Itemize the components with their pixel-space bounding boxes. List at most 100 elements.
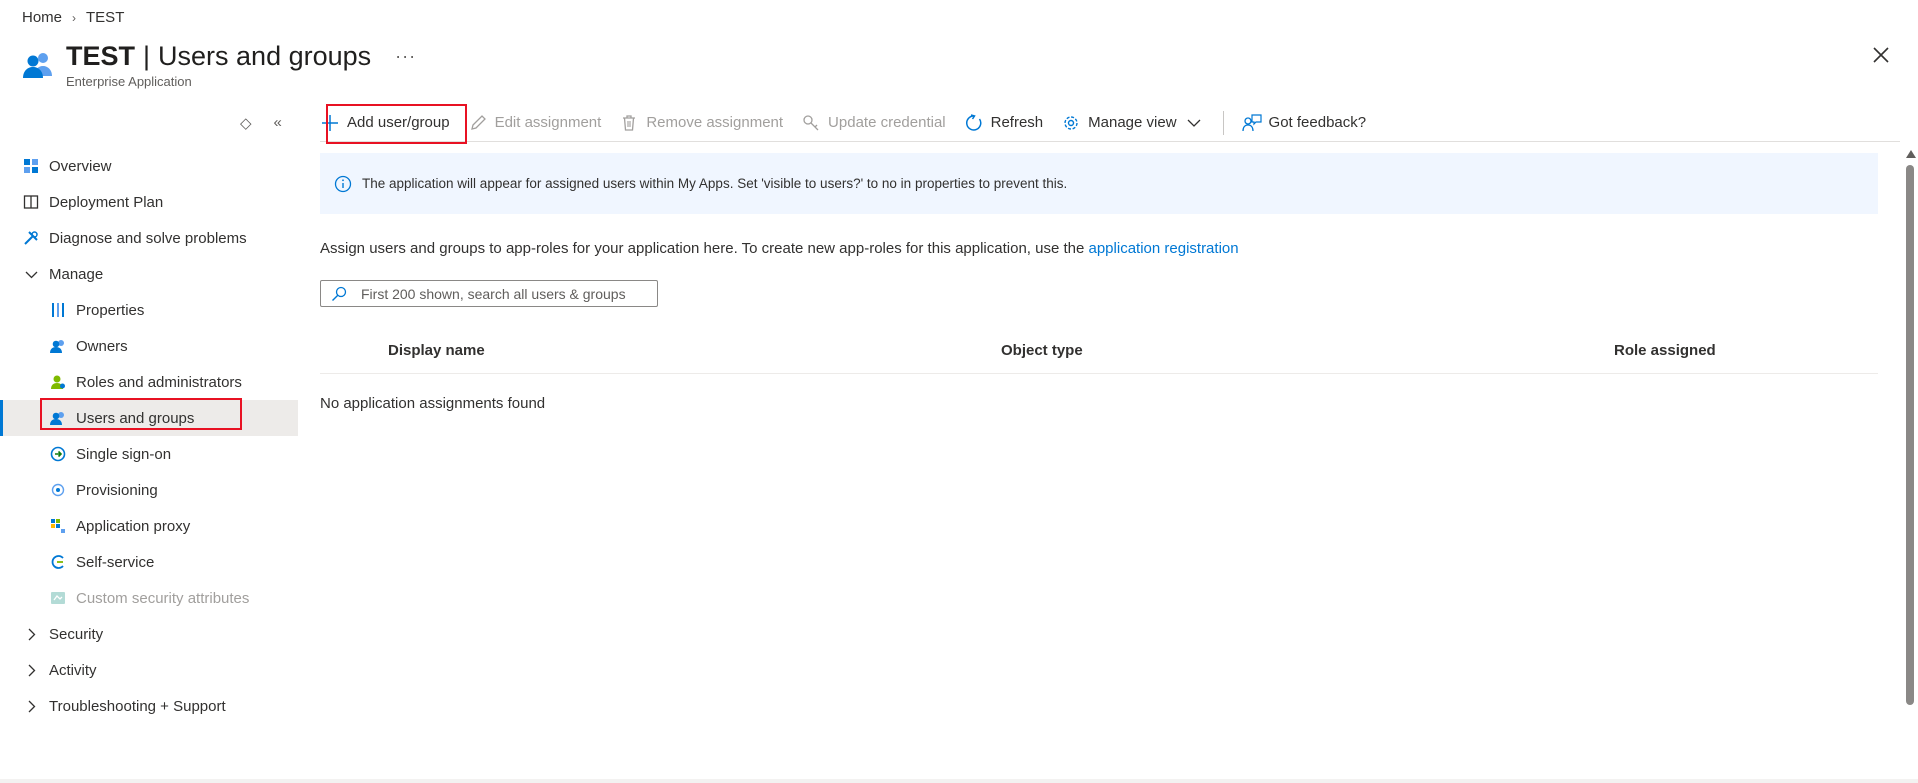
refresh-button[interactable]: Refresh <box>964 104 1044 142</box>
update-credential-button[interactable]: Update credential <box>801 104 946 142</box>
sidebar-item-label: Properties <box>76 301 145 319</box>
column-header-role-assigned[interactable]: Role assigned <box>1614 342 1716 359</box>
sidebar-item-manage[interactable]: Manage <box>0 256 298 292</box>
edit-assignment-label: Edit assignment <box>494 114 602 131</box>
sidebar-item-label: Manage <box>49 265 104 283</box>
sso-icon <box>49 445 67 463</box>
sidebar-item-label: Overview <box>49 157 112 175</box>
sidebar-item-label: Application proxy <box>76 517 191 535</box>
chevron-down-icon <box>22 268 40 281</box>
bottom-border <box>0 779 1918 783</box>
column-header-display-name[interactable]: Display name <box>388 342 485 359</box>
breadcrumb-home[interactable]: Home <box>22 9 62 26</box>
sidebar-nav: Overview Deployment Plan Diagnose and so… <box>0 148 298 724</box>
chevron-right-icon <box>22 628 40 641</box>
highlight-box-add-user-group <box>326 104 467 144</box>
collapse-sidebar-icon[interactable]: « <box>274 114 282 132</box>
empty-state-message: No application assignments found <box>320 395 546 412</box>
sidebar-item-owners[interactable]: Owners <box>0 328 298 364</box>
search-box <box>320 280 658 307</box>
sidebar-item-label: Deployment Plan <box>49 193 164 211</box>
column-header-object-type[interactable]: Object type <box>1001 342 1083 359</box>
properties-icon <box>49 301 67 319</box>
description-text: Assign users and groups to app-roles for… <box>320 240 1089 257</box>
info-banner: The application will appear for assigned… <box>320 153 1878 214</box>
expand-collapse-icon[interactable]: ◇ <box>240 114 252 132</box>
breadcrumb-separator-icon: › <box>72 10 77 25</box>
sidebar-item-application-proxy[interactable]: Application proxy <box>0 508 298 544</box>
sidebar-item-label: Custom security attributes <box>76 589 250 607</box>
chevron-down-icon <box>1187 116 1201 130</box>
info-banner-text: The application will appear for assigned… <box>362 176 1068 191</box>
sidebar-item-provisioning[interactable]: Provisioning <box>0 472 298 508</box>
refresh-icon <box>964 113 984 133</box>
roles-icon <box>49 373 67 391</box>
sidebar-item-label: Activity <box>49 661 97 679</box>
highlight-box-users-and-groups <box>40 398 242 430</box>
sidebar-item-security[interactable]: Security <box>0 616 298 652</box>
wrench-icon <box>22 229 40 247</box>
gear-icon <box>1061 113 1081 133</box>
key-icon <box>801 113 821 133</box>
sidebar-item-label: Self-service <box>76 553 155 571</box>
breadcrumb-current[interactable]: TEST <box>86 9 124 26</box>
remove-assignment-label: Remove assignment <box>646 114 784 131</box>
sidebar-item-label: Diagnose and solve problems <box>49 229 247 247</box>
pencil-icon <box>468 113 488 133</box>
owners-icon <box>49 337 67 355</box>
provisioning-icon <box>49 481 67 499</box>
sidebar: ◇ « Overview Deployment Plan Diagnose an… <box>0 108 298 768</box>
chevron-right-icon <box>22 664 40 677</box>
more-options-icon[interactable]: ··· <box>395 40 416 72</box>
sidebar-item-roles[interactable]: Roles and administrators <box>0 364 298 400</box>
overview-grid-icon <box>22 157 40 175</box>
sidebar-item-properties[interactable]: Properties <box>0 292 298 328</box>
remove-assignment-button[interactable]: Remove assignment <box>619 104 783 142</box>
close-icon[interactable] <box>1872 46 1890 64</box>
page-subtitle: Enterprise Application <box>66 74 192 89</box>
command-bar: Add user/group Edit assignment Remove as… <box>320 104 1900 142</box>
vertical-scrollbar[interactable] <box>1906 165 1914 705</box>
sidebar-item-custom-security-attributes[interactable]: Custom security attributes <box>0 580 298 616</box>
trash-icon <box>619 113 639 133</box>
sidebar-item-troubleshooting[interactable]: Troubleshooting + Support <box>0 688 298 724</box>
sidebar-item-label: Provisioning <box>76 481 158 499</box>
sidebar-item-label: Owners <box>76 337 128 355</box>
manage-view-label: Manage view <box>1088 114 1177 131</box>
book-icon <box>22 193 40 211</box>
self-service-icon <box>49 553 67 571</box>
scroll-up-arrow-icon[interactable] <box>1906 150 1916 158</box>
edit-assignment-button[interactable]: Edit assignment <box>468 104 602 142</box>
sidebar-item-activity[interactable]: Activity <box>0 652 298 688</box>
got-feedback-button[interactable]: Got feedback? <box>1241 104 1367 142</box>
search-input[interactable] <box>361 285 641 302</box>
page-header: TEST | Users and groups ··· Enterprise A… <box>22 40 416 89</box>
page-title: Users and groups <box>158 41 372 71</box>
table-header: Display name Object type Role assigned <box>320 330 1878 374</box>
chevron-right-icon <box>22 700 40 713</box>
sidebar-item-label: Security <box>49 625 104 643</box>
breadcrumb: Home › TEST <box>22 9 124 26</box>
sidebar-item-self-service[interactable]: Self-service <box>0 544 298 580</box>
app-proxy-icon <box>49 517 67 535</box>
feedback-icon <box>1241 113 1262 133</box>
sidebar-item-label: Roles and administrators <box>76 373 242 391</box>
sidebar-item-label: Single sign-on <box>76 445 172 463</box>
toolbar-divider <box>1222 110 1224 135</box>
sidebar-item-label: Troubleshooting + Support <box>49 697 226 715</box>
got-feedback-label: Got feedback? <box>1268 114 1367 131</box>
application-registration-link[interactable]: application registration <box>1089 240 1239 257</box>
refresh-label: Refresh <box>990 114 1044 131</box>
manage-view-button[interactable]: Manage view <box>1061 104 1201 142</box>
sidebar-item-diagnose[interactable]: Diagnose and solve problems <box>0 220 298 256</box>
sidebar-item-deployment-plan[interactable]: Deployment Plan <box>0 184 298 220</box>
sidebar-item-single-sign-on[interactable]: Single sign-on <box>0 436 298 472</box>
custom-attributes-icon <box>49 589 67 607</box>
update-credential-label: Update credential <box>828 114 946 131</box>
search-icon <box>332 286 347 301</box>
sidebar-item-overview[interactable]: Overview <box>0 148 298 184</box>
users-groups-app-icon <box>23 53 52 78</box>
info-icon <box>334 175 352 192</box>
sidebar-tools: ◇ « <box>240 114 282 132</box>
page-title-separator: | <box>143 41 151 71</box>
